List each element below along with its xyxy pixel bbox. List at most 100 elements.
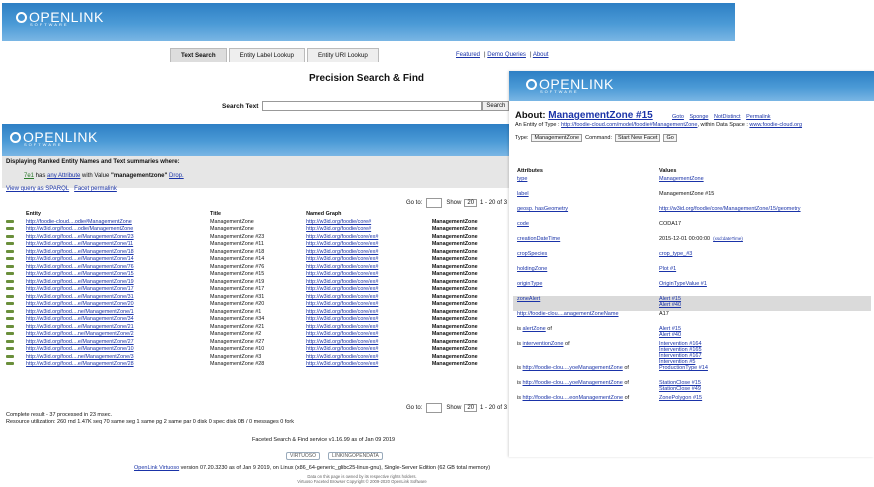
search-button[interactable]: Search (482, 101, 510, 111)
entity-link[interactable]: http://w3id.org/food....ne/ManagementZon… (26, 331, 134, 337)
entity-link[interactable]: http://w3id.org/food....e/ManagementZone… (26, 249, 134, 255)
attribute-link[interactable]: originType (517, 281, 542, 287)
named-graph-link[interactable]: http://w3id.org/foodie/core/ex# (306, 309, 378, 315)
any-attribute-link[interactable]: any Attribute (47, 173, 80, 179)
openlink-logo[interactable]: OPENLINK SOFTWARE (16, 10, 104, 27)
entity-link[interactable]: http://w3id.org/food....ne/ManagementZon… (26, 354, 134, 360)
attribute-link[interactable]: creationDateTime (517, 236, 560, 242)
notdistinct-link[interactable]: NotDistinct (714, 114, 741, 120)
type-select[interactable]: ManagementZone (531, 134, 583, 142)
goto-link[interactable]: Goto (672, 114, 684, 120)
attribute-row: holdingZone Plot #1 (513, 266, 871, 281)
data-space-link[interactable]: www.foodie-cloud.org (749, 122, 802, 128)
facet-permalink-link[interactable]: Facet permalink (74, 186, 117, 192)
entity-link[interactable]: http://w3id.org/food....e/ManagementZone… (26, 241, 133, 247)
named-graph-link[interactable]: http://w3id.org/foodie/core/ex# (306, 361, 378, 367)
named-graph-link[interactable]: http://w3id.org/foodie/core/ex# (306, 234, 378, 240)
attribute-link[interactable]: zoneAlert (517, 296, 540, 302)
result-count-link[interactable]: 7e1 (24, 173, 34, 179)
drop-link[interactable]: Drop. (169, 173, 184, 179)
entity-link[interactable]: http://w3id.org/food....e/ManagementZone… (26, 286, 134, 292)
openlink-virtuoso-link[interactable]: OpenLink Virtuoso (134, 465, 179, 471)
entity-link[interactable]: http://w3id.org/food....e/ManagementZone… (26, 271, 134, 277)
entity-link[interactable]: http://w3id.org/food....odie/ManagementZ… (26, 226, 133, 232)
attribute-link[interactable]: label (517, 191, 529, 197)
view-sparql-link[interactable]: View query as SPARQL (6, 186, 69, 192)
value-item[interactable]: Alert #40 (659, 332, 867, 338)
named-graph-link[interactable]: http://w3id.org/foodie/core/ex# (306, 264, 378, 270)
go-button[interactable]: Go (663, 134, 677, 142)
entity-link[interactable]: http://w3id.org/food....e/ManagementZone… (26, 301, 134, 307)
entity-link[interactable]: http://w3id.org/food....e/ManagementZone… (26, 339, 134, 345)
named-graph-link[interactable]: http://w3id.org/foodie/core/ex# (306, 279, 378, 285)
named-graph-link[interactable]: http://w3id.org/foodie/core# (306, 226, 371, 232)
entity-link[interactable]: http://w3id.org/food....e/ManagementZone… (26, 234, 134, 240)
search-input[interactable] (262, 101, 483, 111)
about-logo[interactable]: OPENLINK SOFTWARE (526, 77, 614, 94)
value-item[interactable]: crop_type_#3 (659, 251, 867, 257)
value-item[interactable]: ZonePolygon #15 (659, 395, 867, 401)
entity-link[interactable]: http://w3id.org/food....e/ManagementZone… (26, 279, 134, 285)
entity-link[interactable]: http://w3id.org/food....e/ManagementZone… (26, 346, 134, 352)
entity-link[interactable]: http://w3id.org/food....ne/ManagementZon… (26, 309, 134, 315)
demo-queries-link[interactable]: Demo Queries (487, 52, 526, 58)
value-item[interactable]: OriginTypeValue #1 (659, 281, 867, 287)
value-item[interactable]: http://w3id.org/foodie/core/ManagementZo… (659, 206, 867, 212)
named-graph-link[interactable]: http://w3id.org/foodie/core/ex# (306, 301, 378, 307)
command-select[interactable]: Start New Facet (615, 134, 661, 142)
value-item[interactable]: ProductionType #14 (659, 365, 867, 371)
entity-link[interactable]: http://w3id.org/food....e/ManagementZone… (26, 324, 134, 330)
about-entity-link[interactable]: ManagementZone #15 (548, 110, 652, 121)
virtuoso-badge[interactable]: VIRTUOSO (286, 452, 321, 460)
show-select[interactable]: 20 (464, 199, 478, 207)
entity-link[interactable]: http://w3id.org/food....e/ManagementZone… (26, 316, 134, 322)
entity-link[interactable]: http://foodie-cloud....odie#ManagementZo… (26, 219, 132, 225)
sponge-link[interactable]: Sponge (689, 114, 708, 120)
named-graph-link[interactable]: http://w3id.org/foodie/core# (306, 219, 371, 225)
named-graph-link[interactable]: http://w3id.org/foodie/core/ex# (306, 339, 378, 345)
named-graph-link[interactable]: http://w3id.org/foodie/core/ex# (306, 256, 378, 262)
named-graph-link[interactable]: http://w3id.org/foodie/core/ex# (306, 346, 378, 352)
entity-link[interactable]: http://w3id.org/food....e/ManagementZone… (26, 294, 134, 300)
attribute-link[interactable]: interventionZone (523, 341, 564, 347)
show-select[interactable]: 20 (464, 404, 478, 412)
tab-entity-uri-lookup[interactable]: Entity URI Lookup (306, 48, 379, 62)
tab-entity-label-lookup[interactable]: Entity Label Lookup (228, 48, 305, 62)
value-item[interactable]: StationClose #49 (659, 386, 867, 392)
attribute-link[interactable]: http://foodie-clou....yoeManagementZone (523, 365, 623, 371)
attribute-link[interactable]: http://foodie-clou....anagementZoneName (517, 311, 619, 317)
featured-link[interactable]: Featured (456, 52, 480, 58)
goto-input[interactable] (426, 403, 443, 413)
entity-link[interactable]: http://w3id.org/food....e/ManagementZone… (26, 361, 134, 367)
named-graph-link[interactable]: http://w3id.org/foodie/core/ex# (306, 271, 378, 277)
attribute-link[interactable]: cropSpecies (517, 251, 547, 257)
named-graph-link[interactable]: http://w3id.org/foodie/core/ex# (306, 249, 378, 255)
named-graph-link[interactable]: http://w3id.org/foodie/core/ex# (306, 331, 378, 337)
value-item[interactable]: Alert #40 (659, 302, 867, 308)
attribute-link[interactable]: http://foodie-clou....yoeManagementZone (523, 380, 623, 386)
attribute-link[interactable]: type (517, 176, 527, 182)
results-logo[interactable]: OPENLINK SOFTWARE (10, 130, 98, 147)
value-item[interactable]: ManagementZone (659, 176, 867, 182)
attribute-link[interactable]: http://foodie-clou....eonManagementZone (523, 395, 624, 401)
goto-input[interactable] (426, 198, 443, 208)
entity-type-link[interactable]: http://foodie-cloud.com/model/foodie#Man… (561, 122, 697, 128)
attribute-link[interactable]: code (517, 221, 529, 227)
named-graph-link[interactable]: http://w3id.org/foodie/core/ex# (306, 241, 378, 247)
tab-text-search[interactable]: Text Search (170, 48, 227, 62)
attribute-link[interactable]: geosp. hasGeometry (517, 206, 568, 212)
named-graph-link[interactable]: http://w3id.org/foodie/core/ex# (306, 286, 378, 292)
about-link[interactable]: About (533, 52, 549, 58)
entity-link[interactable]: http://w3id.org/food....e/ManagementZone… (26, 256, 134, 262)
value-item[interactable]: Plot #1 (659, 266, 867, 272)
named-graph-link[interactable]: http://w3id.org/foodie/core/ex# (306, 294, 378, 300)
entity-link[interactable]: http://w3id.org/food....e/ManagementZone… (26, 264, 134, 270)
linking-open-data-badge[interactable]: LINKINGOPENDATA (328, 452, 383, 460)
attribute-link[interactable]: alertZone (523, 326, 546, 332)
attribute-link[interactable]: holdingZone (517, 266, 547, 272)
named-graph-link[interactable]: http://w3id.org/foodie/core/ex# (306, 354, 378, 360)
named-graph-link[interactable]: http://w3id.org/foodie/core/ex# (306, 316, 378, 322)
named-graph-link[interactable]: http://w3id.org/foodie/core/ex# (306, 324, 378, 330)
datatype-link[interactable]: (xsd:dateTime) (713, 236, 743, 241)
permalink-link[interactable]: Permalink (746, 114, 770, 120)
